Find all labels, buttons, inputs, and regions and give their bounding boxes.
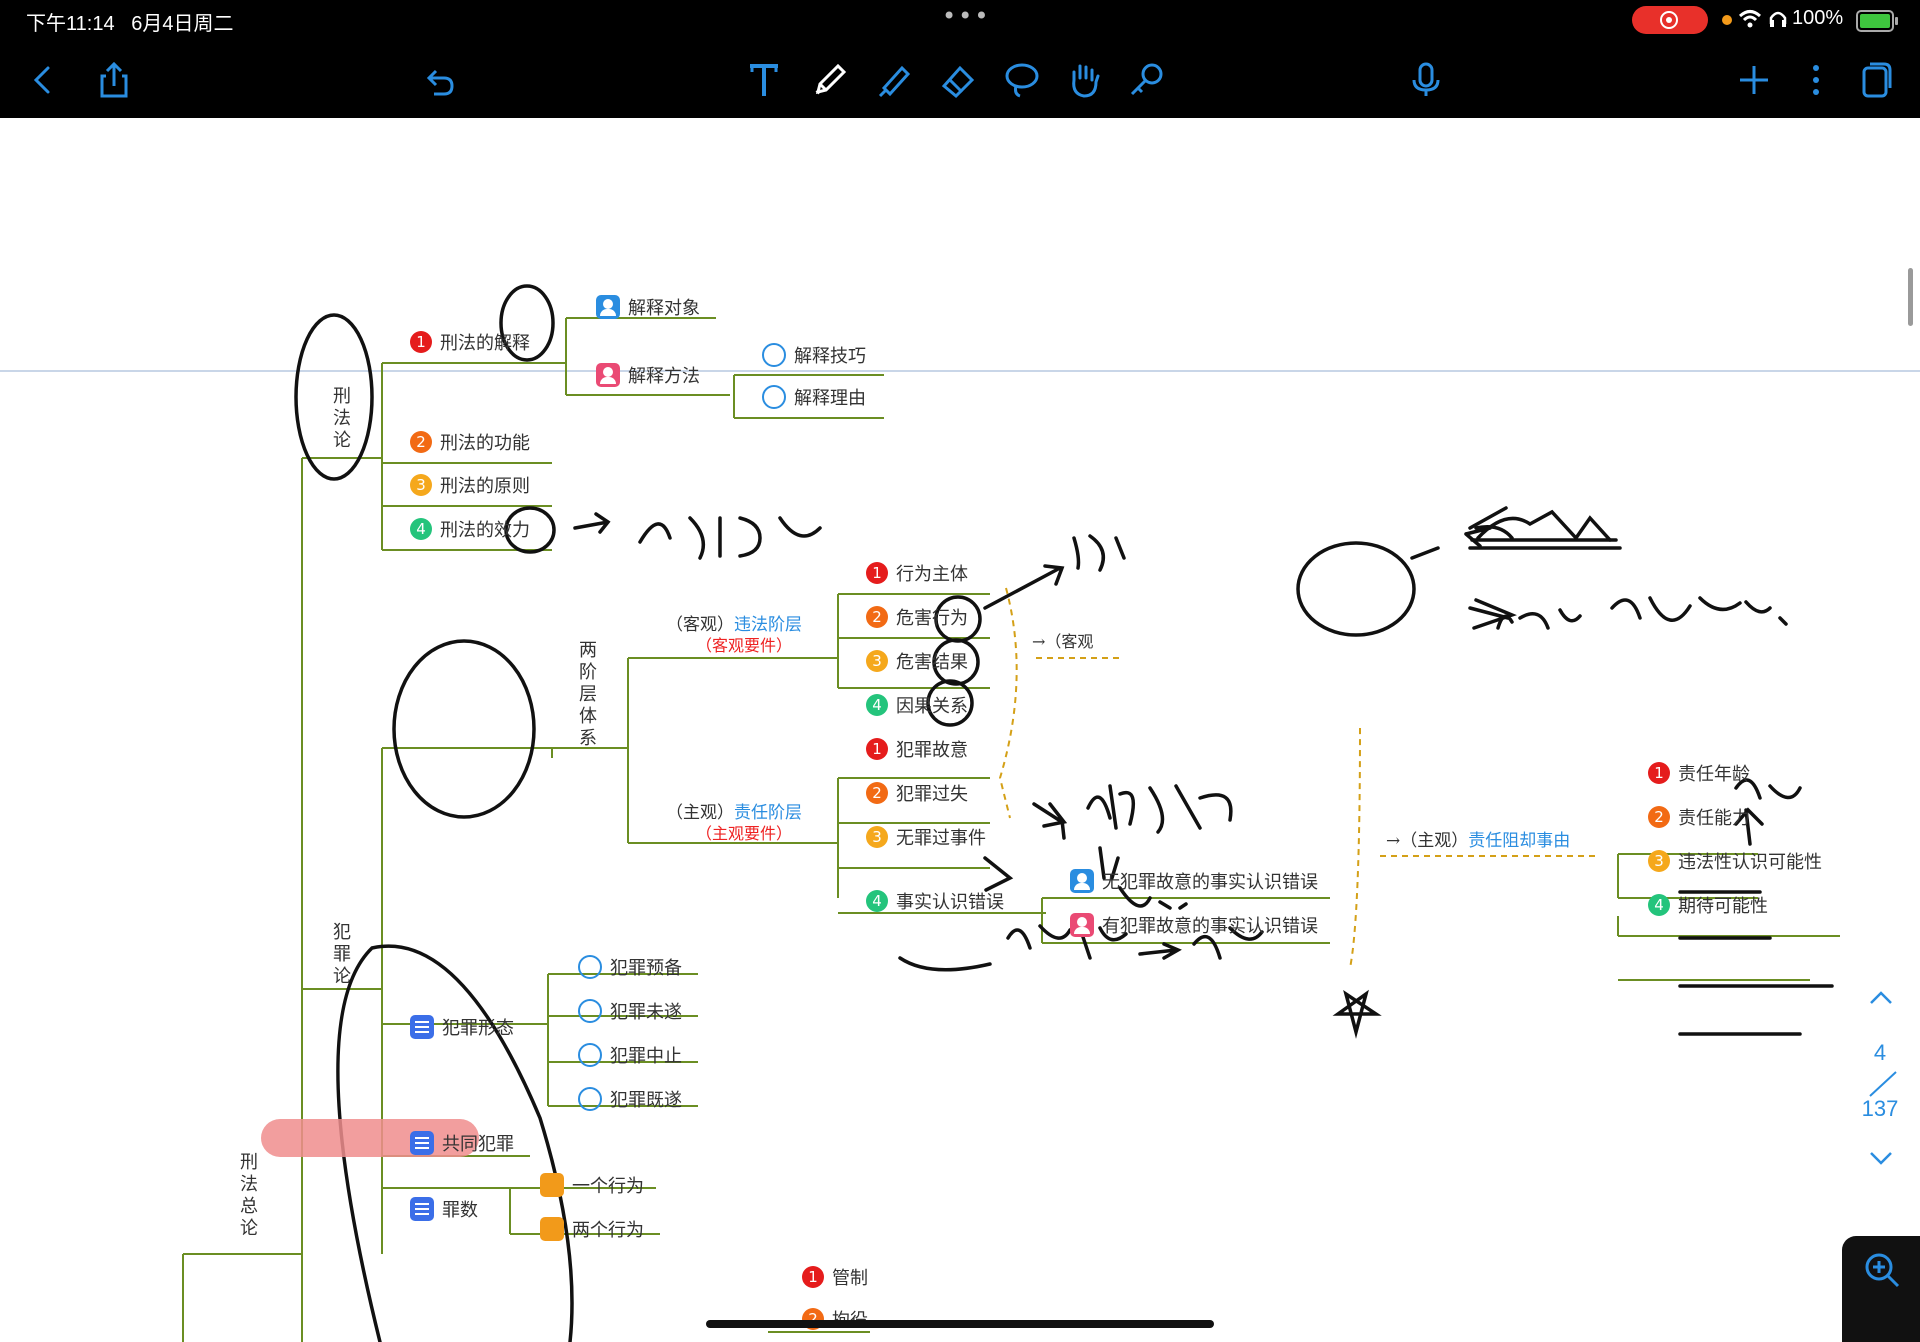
person-icon bbox=[1070, 913, 1094, 937]
mic-in-use-dot-icon bbox=[1722, 15, 1732, 25]
mindmap-lines bbox=[182, 284, 1840, 1342]
progress-pie-icon bbox=[762, 343, 786, 367]
mindmap-node[interactable]: 4 事实认识错误 bbox=[866, 888, 1004, 914]
back-icon[interactable] bbox=[22, 58, 66, 102]
person-icon bbox=[1070, 869, 1094, 893]
headphone-icon bbox=[1769, 11, 1787, 27]
hand-tool-icon[interactable] bbox=[1062, 58, 1106, 102]
objective-stage-sub: （客观要件） bbox=[696, 636, 793, 655]
mindmap-node[interactable]: 犯罪预备 bbox=[578, 954, 682, 980]
mindmap-node[interactable]: 1 管制 bbox=[802, 1264, 868, 1290]
mindmap-node[interactable]: 1 行为主体 bbox=[866, 560, 968, 586]
share-icon[interactable] bbox=[92, 58, 136, 102]
mindmap-node[interactable]: 1 犯罪故意 bbox=[866, 736, 968, 762]
pages-icon[interactable] bbox=[1854, 58, 1898, 102]
zoom-button[interactable] bbox=[1842, 1236, 1920, 1342]
highlighter-icon[interactable] bbox=[872, 58, 916, 102]
document-page[interactable]: 刑法总论 刑法论 犯罪论 两阶层体系 1 刑法的解释 2 刑法的功能 3 刑法的原则 … bbox=[0, 118, 1920, 1342]
mindmap-node[interactable]: 罪数 bbox=[410, 1196, 478, 1222]
page-down-chevron-icon[interactable] bbox=[1868, 1150, 1894, 1166]
current-page-number: 4 bbox=[1873, 1040, 1887, 1065]
lasso-icon[interactable] bbox=[1000, 58, 1044, 102]
mindmap-node[interactable]: 3 违法性认识可能性 bbox=[1648, 848, 1822, 874]
status-bar: 下午11:14 6月4日周二 ••• 100% bbox=[0, 0, 1920, 40]
mindmap-node[interactable]: 解释技巧 bbox=[762, 342, 866, 368]
zoom-in-icon bbox=[1865, 1253, 1900, 1288]
mindmap-node[interactable]: 3 刑法的原则 bbox=[410, 472, 530, 498]
battery-percentage: 100% bbox=[1792, 7, 1844, 29]
person-icon bbox=[596, 295, 620, 319]
more-icon[interactable] bbox=[1794, 58, 1838, 102]
document-icon bbox=[410, 1197, 434, 1221]
two-level-system-label: 两阶层体系 bbox=[579, 640, 597, 749]
person-icon bbox=[596, 363, 620, 387]
mindmap-node[interactable]: 犯罪中止 bbox=[578, 1042, 682, 1068]
laser-pointer-icon[interactable] bbox=[1124, 58, 1168, 102]
microphone-icon[interactable] bbox=[1404, 58, 1448, 102]
mindmap-node[interactable]: 4 刑法的效力 bbox=[410, 516, 530, 542]
progress-pie-icon bbox=[578, 955, 602, 979]
mindmap-node[interactable]: 3 无罪过事件 bbox=[866, 824, 986, 850]
status-time: 下午11:14 6月4日周二 bbox=[26, 13, 234, 35]
mindmap-node[interactable]: 1 责任年龄 bbox=[1648, 760, 1750, 786]
battery-icon bbox=[1856, 10, 1898, 32]
mindmap-node[interactable]: 一个行为 bbox=[540, 1172, 644, 1198]
mindmap-node[interactable]: 4 期待可能性 bbox=[1648, 892, 1768, 918]
mindmap-node[interactable]: 解释对象 bbox=[596, 294, 700, 320]
page-divider bbox=[1869, 1071, 1897, 1097]
mindmap-node[interactable]: 两个行为 bbox=[540, 1216, 644, 1242]
root-label-xingfa-zonglun: 刑法总论 bbox=[240, 1152, 258, 1239]
mindmap-node[interactable]: 1 刑法的解释 bbox=[410, 329, 530, 355]
progress-pie-icon bbox=[578, 1043, 602, 1067]
screen-recording-indicator[interactable] bbox=[1632, 6, 1708, 34]
mindmap-node[interactable]: 犯罪形态 bbox=[410, 1014, 514, 1040]
progress-pie-icon bbox=[578, 1087, 602, 1111]
mindmap-node[interactable]: 2 刑法的功能 bbox=[410, 429, 530, 455]
progress-pie-icon bbox=[578, 999, 602, 1023]
mindmap-node[interactable]: 有犯罪故意的事实认识错误 bbox=[1070, 912, 1318, 938]
multitask-dots-icon[interactable]: ••• bbox=[942, 2, 990, 30]
mindmap-node[interactable]: 解释方法 bbox=[596, 362, 700, 388]
mindmap-node[interactable]: 犯罪既遂 bbox=[578, 1086, 682, 1112]
text-tool-icon[interactable] bbox=[742, 58, 786, 102]
subjective-stage-sub: （主观要件） bbox=[696, 824, 793, 843]
add-page-icon[interactable] bbox=[1732, 58, 1776, 102]
eraser-icon[interactable] bbox=[936, 58, 980, 102]
branch-label-xingfa-lun: 刑法论 bbox=[333, 386, 351, 451]
pen-tool-icon[interactable] bbox=[808, 58, 852, 102]
undo-icon[interactable] bbox=[416, 58, 460, 102]
branch-label-fanzui-lun: 犯罪论 bbox=[333, 922, 351, 987]
home-indicator[interactable] bbox=[706, 1320, 1214, 1328]
mindmap-node[interactable]: 2拘役 bbox=[802, 1306, 868, 1332]
liability-exclusion-label[interactable]: →（主观） 责任阻却事由 bbox=[1386, 826, 1570, 851]
mindmap-node[interactable]: 2 犯罪过失 bbox=[866, 780, 968, 806]
wifi-icon bbox=[1738, 10, 1762, 28]
mindmap-node[interactable]: 4 因果关系 bbox=[866, 692, 968, 718]
document-icon bbox=[410, 1131, 434, 1155]
mindmap-node[interactable]: 共同犯罪 bbox=[410, 1130, 514, 1156]
document-icon bbox=[410, 1015, 434, 1039]
progress-pie-icon bbox=[762, 385, 786, 409]
layers-icon bbox=[540, 1173, 564, 1197]
toolbar bbox=[0, 40, 1920, 118]
total-pages: 137 bbox=[1861, 1096, 1899, 1121]
mindmap-node[interactable]: 2 危害行为 bbox=[866, 604, 968, 630]
objective-arrow-label: →（客观 bbox=[1032, 632, 1094, 651]
mindmap-node[interactable]: 解释理由 bbox=[762, 384, 866, 410]
mindmap-node[interactable]: 犯罪未遂 bbox=[578, 998, 682, 1024]
page-up-chevron-icon[interactable] bbox=[1868, 990, 1894, 1006]
mindmap-node[interactable]: 无犯罪故意的事实认识错误 bbox=[1070, 868, 1318, 894]
mindmap-node[interactable]: 3 危害结果 bbox=[866, 648, 968, 674]
mindmap-node[interactable]: 2 责任能力 bbox=[1648, 804, 1750, 830]
layers-icon bbox=[540, 1217, 564, 1241]
